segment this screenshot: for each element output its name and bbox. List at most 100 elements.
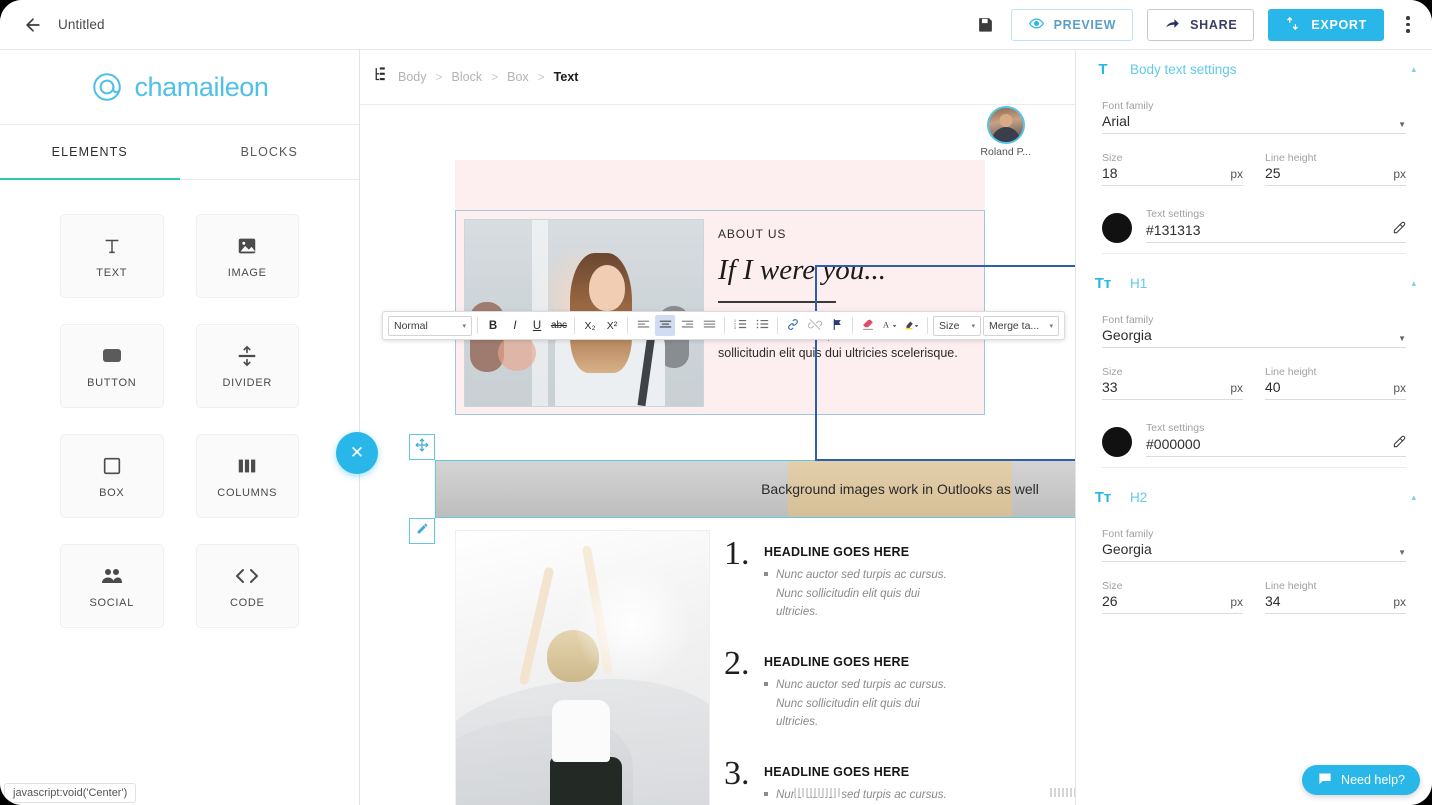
font-family-field[interactable]: Font family Arial ▼ — [1102, 100, 1406, 134]
preview-button[interactable]: PREVIEW — [1010, 8, 1134, 41]
element-card-text[interactable]: TEXT — [60, 214, 164, 298]
text-settings-field[interactable]: Text settings #131313 — [1146, 208, 1406, 243]
color-swatch[interactable] — [1102, 427, 1132, 457]
eyedropper-icon[interactable] — [1392, 221, 1406, 238]
align-left-button[interactable] — [633, 315, 653, 336]
paragraph-style-select[interactable]: Normal ▾ — [388, 315, 472, 336]
text-settings-field[interactable]: Text settings #000000 — [1146, 422, 1406, 457]
size-value[interactable]: 33 — [1102, 379, 1118, 395]
list-item[interactable]: 1. HEADLINE GOES HERE Nunc auctor sed tu… — [724, 537, 985, 622]
tab-blocks[interactable]: BLOCKS — [180, 125, 360, 179]
bold-glyph: B — [488, 319, 498, 332]
line-height-value[interactable]: 34 — [1265, 593, 1281, 609]
list-item[interactable]: 3. HEADLINE GOES HERE Nunc auctor sed tu… — [724, 756, 985, 805]
eyedropper-icon[interactable] — [1392, 435, 1406, 452]
section-header-h2[interactable]: Tᴛ H2 ▴ — [1076, 478, 1432, 516]
list-item[interactable]: 2. HEADLINE GOES HERE Nunc auctor sed tu… — [724, 646, 985, 732]
font-family-label: Font family — [1102, 528, 1154, 540]
element-card-divider[interactable]: DIVIDER — [195, 324, 299, 408]
breadcrumb-item-block[interactable]: Block — [452, 70, 483, 84]
element-card-button[interactable]: BUTTON — [60, 324, 164, 408]
align-right-button[interactable] — [677, 315, 697, 336]
share-button[interactable]: SHARE — [1147, 8, 1255, 41]
bold-button[interactable]: B — [483, 315, 503, 336]
edit-handle[interactable] — [409, 518, 435, 544]
chevron-up-icon[interactable]: ▴ — [1411, 492, 1416, 503]
align-justify-button[interactable] — [699, 315, 719, 336]
link-button[interactable] — [783, 315, 803, 336]
save-disk-icon[interactable] — [975, 14, 997, 36]
section-header-h1[interactable]: Tᴛ H1 ▴ — [1076, 264, 1432, 302]
element-card-box[interactable]: BOX — [60, 434, 164, 518]
user-avatar-block[interactable]: Roland P... — [980, 106, 1031, 158]
element-card-social[interactable]: SOCIAL — [60, 544, 164, 628]
list-item-headline: HEADLINE GOES HERE — [764, 764, 910, 779]
underline-glyph: U — [532, 319, 542, 332]
font-size-select[interactable]: Size ▾ — [933, 315, 981, 336]
unlink-icon — [807, 318, 823, 334]
font-family-field[interactable]: Font family Georgia ▼ — [1102, 314, 1406, 348]
strikethrough-glyph: abc — [550, 320, 568, 331]
text-color-button[interactable]: A — [880, 315, 900, 336]
section-title: H1 — [1130, 275, 1148, 291]
breadcrumb-item-body[interactable]: Body — [398, 70, 427, 84]
strikethrough-button[interactable]: abc — [549, 315, 569, 336]
anchor-button[interactable] — [827, 315, 847, 336]
superscript-button[interactable]: X² — [602, 315, 622, 336]
ordered-list-button[interactable]: 123 — [730, 315, 750, 336]
line-height-field[interactable]: Line height 40 px — [1265, 366, 1406, 400]
breadcrumb-item-box[interactable]: Box — [507, 70, 529, 84]
size-label: Size — [1102, 580, 1123, 592]
color-value[interactable]: #131313 — [1146, 222, 1201, 238]
document-title[interactable]: Untitled — [58, 17, 105, 32]
chevron-up-icon[interactable]: ▴ — [1411, 278, 1416, 289]
element-card-columns[interactable]: COLUMNS — [195, 434, 299, 518]
section-header-body-text[interactable]: T Body text settings ▴ — [1076, 50, 1432, 88]
italic-button[interactable]: I — [505, 315, 525, 336]
tab-elements[interactable]: ELEMENTS — [0, 125, 180, 180]
close-panel-button[interactable]: ✕ — [336, 432, 378, 474]
color-swatch[interactable] — [1102, 213, 1132, 243]
box-icon — [101, 453, 123, 479]
breadcrumb-item-text[interactable]: Text — [554, 70, 579, 84]
font-size-field[interactable]: Size 18 px — [1102, 152, 1243, 186]
clear-format-button[interactable] — [858, 315, 878, 336]
color-value[interactable]: #000000 — [1146, 436, 1201, 452]
right-settings-panel: T Body text settings ▴ Font family Arial… — [1075, 50, 1432, 805]
chevron-up-icon[interactable]: ▴ — [1411, 64, 1416, 75]
block-background-band[interactable]: Background images work in Outlooks as we… — [409, 434, 1075, 544]
element-card-image[interactable]: IMAGE — [195, 214, 299, 298]
element-label: SOCIAL — [89, 597, 135, 609]
block-numbered-list[interactable]: 1. HEADLINE GOES HERE Nunc auctor sed tu… — [455, 530, 985, 805]
element-card-code[interactable]: CODE — [195, 544, 299, 628]
top-bar-actions: PREVIEW SHARE EXPORT — [975, 8, 1418, 41]
align-center-button[interactable] — [655, 315, 675, 336]
line-height-field[interactable]: Line height 25 px — [1265, 152, 1406, 186]
line-height-field[interactable]: Line height 34 px — [1265, 580, 1406, 614]
unlink-button[interactable] — [805, 315, 825, 336]
export-button[interactable]: EXPORT — [1268, 8, 1384, 41]
merge-tag-select[interactable]: Merge ta... ▾ — [983, 315, 1059, 336]
size-unit: px — [1230, 595, 1243, 609]
line-height-value[interactable]: 25 — [1265, 165, 1281, 181]
move-handle[interactable] — [409, 434, 435, 460]
brand-name: chamaileon — [134, 71, 269, 102]
subscript-button[interactable]: X₂ — [580, 315, 600, 336]
underline-button[interactable]: U — [527, 315, 547, 336]
list-block-image[interactable] — [455, 530, 710, 805]
font-family-value: Arial — [1102, 113, 1131, 129]
size-value[interactable]: 26 — [1102, 593, 1118, 609]
size-value[interactable]: 18 — [1102, 165, 1118, 181]
font-size-field[interactable]: Size 26 px — [1102, 580, 1243, 614]
font-size-field[interactable]: Size 33 px — [1102, 366, 1243, 400]
back-arrow-icon[interactable] — [20, 12, 46, 38]
need-help-button[interactable]: Need help? — [1302, 765, 1420, 795]
breadcrumb: Body > Block > Box > Text — [360, 50, 1075, 105]
more-vertical-icon[interactable] — [1398, 14, 1418, 36]
bullet-list-button[interactable] — [752, 315, 772, 336]
top-bar: Untitled PREVIEW SHARE EXPORT — [0, 0, 1432, 50]
highlight-button[interactable] — [902, 315, 922, 336]
line-height-value[interactable]: 40 — [1265, 379, 1281, 395]
section-title: H2 — [1130, 489, 1148, 505]
font-family-field[interactable]: Font family Georgia ▼ — [1102, 528, 1406, 562]
